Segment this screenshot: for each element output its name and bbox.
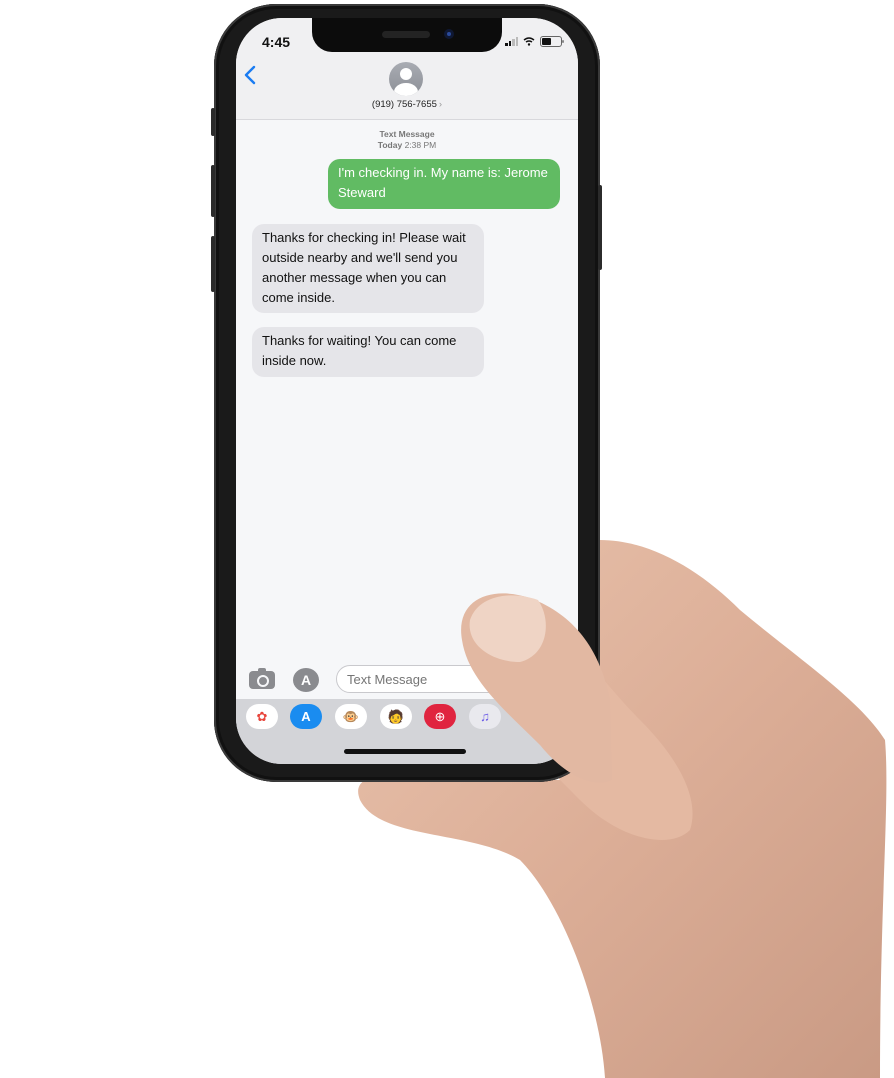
incoming-message-bubble[interactable]: Thanks for waiting! You can come inside … bbox=[252, 327, 484, 377]
image-search-app-icon[interactable]: ⊕ bbox=[424, 704, 456, 729]
message-time: 2:38 PM bbox=[404, 140, 437, 150]
home-indicator[interactable] bbox=[344, 749, 466, 754]
music-app-icon[interactable]: ♫ bbox=[469, 704, 501, 729]
mute-switch bbox=[211, 108, 215, 136]
cellular-signal-icon bbox=[505, 37, 518, 46]
contact-number: (919) 756-7655 bbox=[371, 99, 437, 110]
memoji-app-icon[interactable]: 🧑 bbox=[380, 704, 412, 729]
text-message-input[interactable] bbox=[336, 665, 536, 693]
volume-up-button bbox=[211, 165, 215, 217]
photos-app-icon[interactable]: ✿ bbox=[246, 704, 278, 729]
camera-icon[interactable] bbox=[249, 668, 275, 689]
message-timestamp: Text Message Today 2:38 PM bbox=[236, 129, 578, 151]
battery-icon bbox=[540, 36, 564, 47]
notch bbox=[312, 18, 502, 52]
message-composer: A bbox=[236, 662, 578, 698]
status-time: 4:45 bbox=[262, 34, 291, 50]
volume-down-button bbox=[211, 236, 215, 292]
person-avatar-body bbox=[394, 83, 418, 96]
messages-screen: (919) 756-7655 › 4:45 Text Message Today … bbox=[236, 18, 578, 764]
incoming-message-bubble[interactable]: Thanks for checking in! Please wait outs… bbox=[252, 224, 484, 313]
power-button bbox=[598, 185, 602, 270]
app-store-icon[interactable]: A bbox=[293, 668, 319, 692]
speaker-grille bbox=[382, 31, 430, 38]
back-button[interactable] bbox=[244, 64, 256, 92]
wifi-icon bbox=[523, 37, 535, 46]
chevron-left-icon bbox=[244, 65, 256, 85]
contact-avatar[interactable] bbox=[389, 62, 423, 96]
animoji-app-icon[interactable]: 🐵 bbox=[335, 704, 367, 729]
message-day: Today bbox=[377, 140, 403, 150]
person-avatar-icon bbox=[400, 68, 412, 80]
app-store-app-icon[interactable]: A bbox=[290, 704, 322, 729]
chevron-right-icon: › bbox=[438, 99, 443, 110]
imessage-app-drawer: ✿ A 🐵 🧑 ⊕ ♫ bbox=[236, 699, 578, 764]
front-camera bbox=[444, 29, 454, 39]
contact-name[interactable]: (919) 756-7655 › bbox=[236, 99, 578, 110]
status-icons bbox=[505, 36, 564, 47]
message-type-label: Text Message bbox=[379, 129, 435, 139]
outgoing-message-bubble[interactable]: I'm checking in. My name is: Jerome Stew… bbox=[328, 159, 560, 209]
message-date: Today 2:38 PM bbox=[236, 140, 578, 151]
